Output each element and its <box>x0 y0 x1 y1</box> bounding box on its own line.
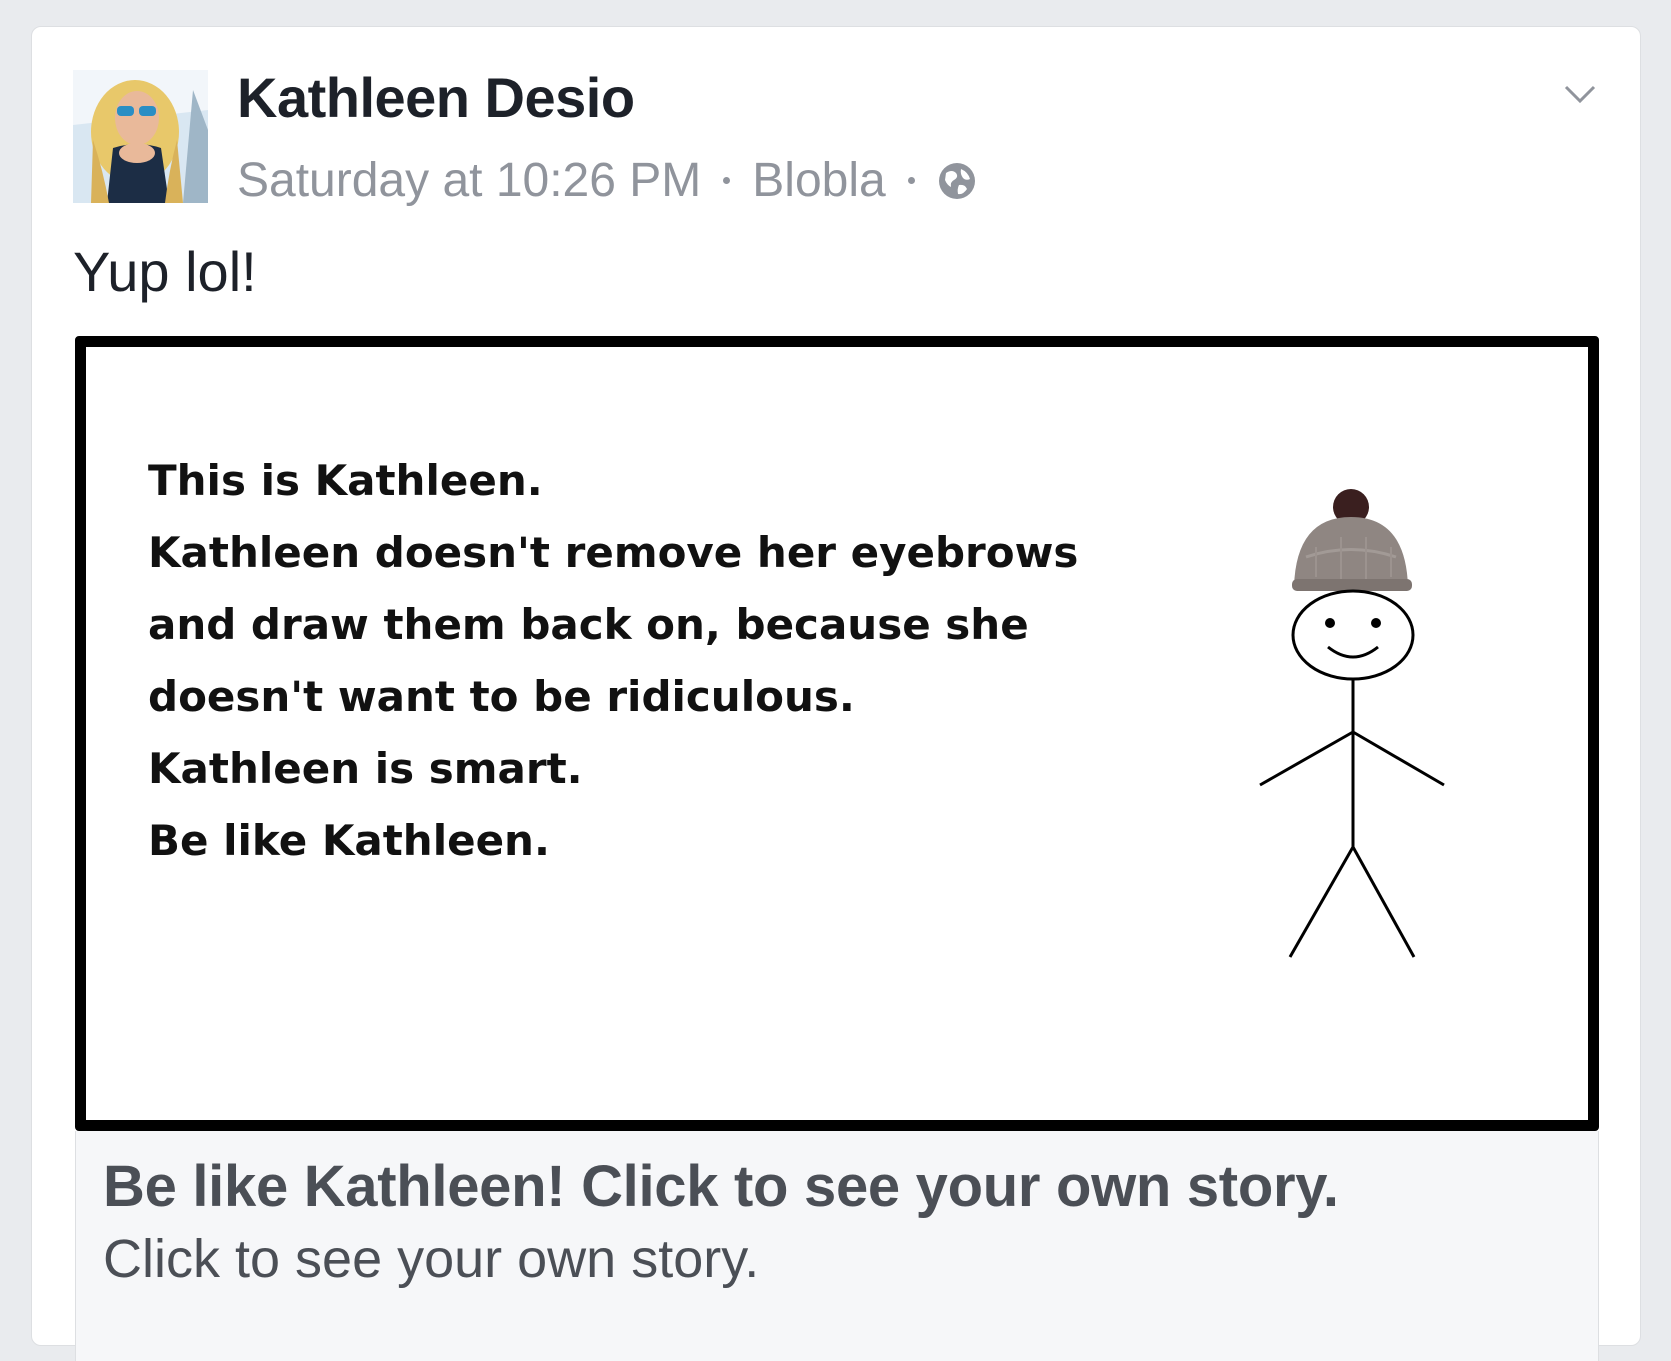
meme-line: and draw them back on, because she <box>148 600 1029 649</box>
separator-dot <box>907 177 915 184</box>
avatar[interactable] <box>73 70 208 203</box>
post-image[interactable]: This is Kathleen. Kathleen doesn't remov… <box>75 336 1599 1131</box>
meme-line: Kathleen doesn't remove her eyebrows <box>148 528 1079 577</box>
globe-icon[interactable] <box>937 161 977 201</box>
meme-text: This is Kathleen. Kathleen doesn't remov… <box>148 445 1078 877</box>
meme-line: Be like Kathleen. <box>148 816 550 865</box>
link-preview[interactable]: Be like Kathleen! Click to see your own … <box>75 1131 1599 1361</box>
chevron-down-icon[interactable] <box>1562 79 1598 109</box>
post-text: Yup lol! <box>73 240 257 303</box>
link-title[interactable]: Be like Kathleen! Click to see your own … <box>103 1153 1339 1220</box>
meme-line: This is Kathleen. <box>148 456 543 505</box>
post-meta: Saturday at 10:26 PM Blobla <box>237 153 977 208</box>
post-card: Kathleen Desio Saturday at 10:26 PM Blob… <box>31 26 1641 1361</box>
stick-figure-illustration <box>1259 489 1445 958</box>
meme-line: Kathleen is smart. <box>148 744 583 793</box>
post-location[interactable]: Blobla <box>752 153 885 208</box>
separator-dot <box>723 177 731 184</box>
meme-line: doesn't want to be ridiculous. <box>148 672 855 721</box>
avatar-photo <box>73 70 208 203</box>
post-timestamp[interactable]: Saturday at 10:26 PM <box>237 153 701 208</box>
author-name[interactable]: Kathleen Desio <box>237 65 635 130</box>
link-description: Click to see your own story. <box>103 1229 760 1289</box>
